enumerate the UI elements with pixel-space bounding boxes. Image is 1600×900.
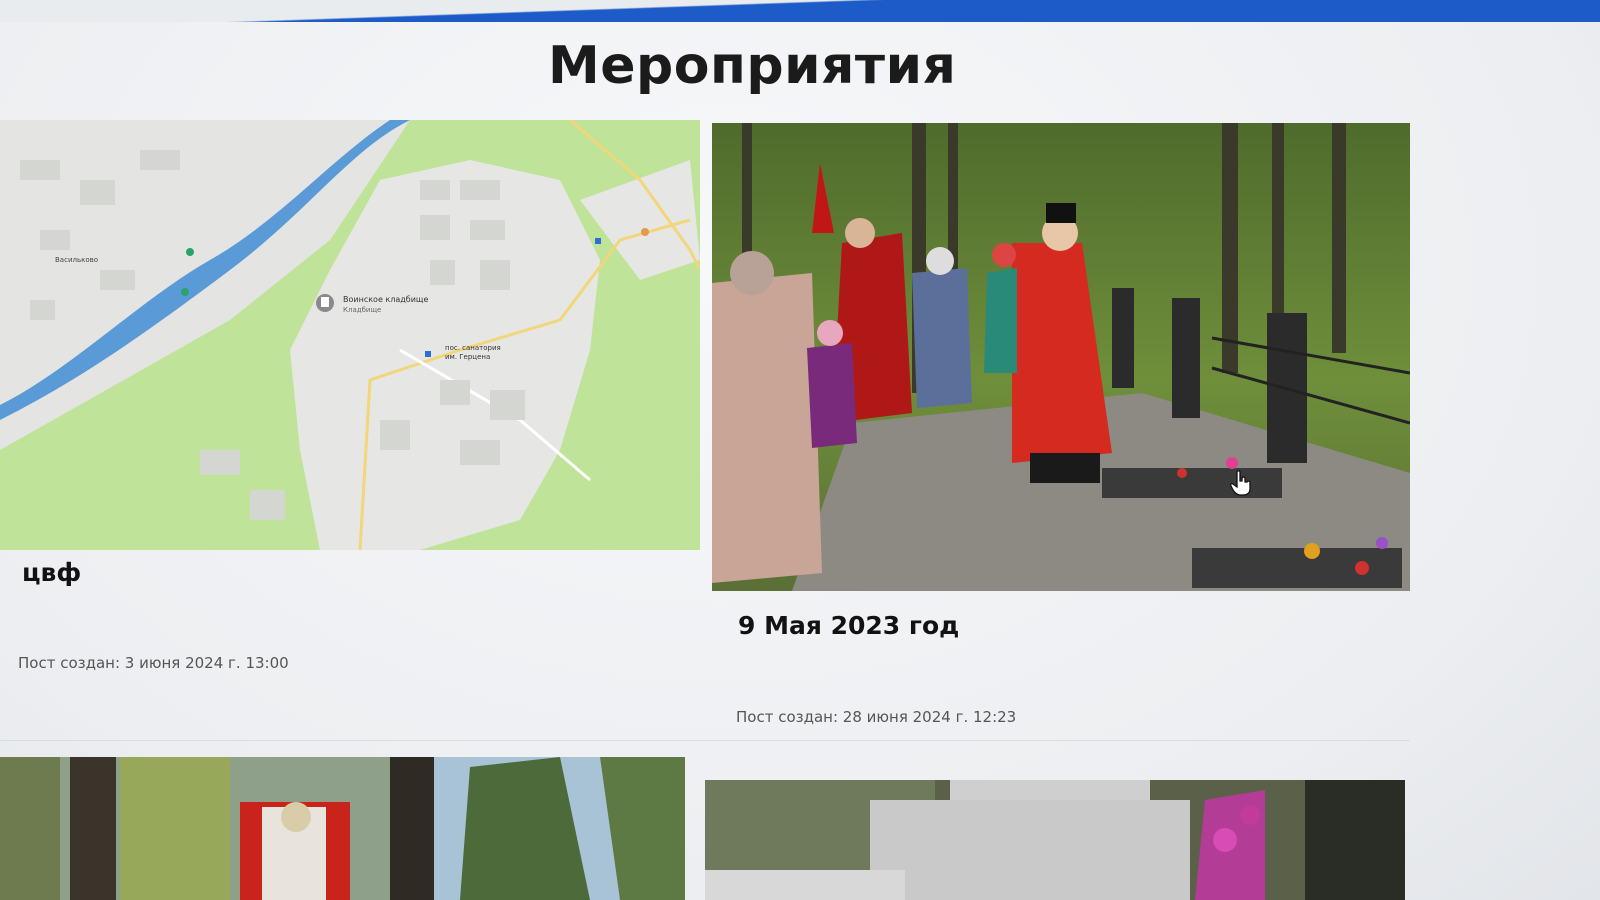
post-title[interactable]: 9 Мая 2023 год <box>738 611 959 640</box>
hand-cursor-icon <box>1230 470 1251 496</box>
svg-text:Кладбище: Кладбище <box>343 306 381 314</box>
svg-text:пос. санатория: пос. санатория <box>445 344 501 352</box>
post-image-map[interactable]: Воинское кладбище Кладбище пос. санатори… <box>0 120 700 550</box>
row-divider <box>0 740 1410 741</box>
post-created-date: Пост создан: 28 июня 2024 г. 12:23 <box>736 708 1017 726</box>
post-image-memorial-stone[interactable] <box>705 780 1405 900</box>
map-label-place: Воинское кладбище <box>343 295 428 304</box>
map-svg: Воинское кладбище Кладбище пос. санатори… <box>0 120 700 550</box>
post-created-date: Пост создан: 3 июня 2024 г. 13:00 <box>18 654 289 672</box>
post-image-forest-monument[interactable] <box>0 757 685 900</box>
svg-text:им. Герцена: им. Герцена <box>445 353 490 361</box>
post-title[interactable]: цвф <box>22 558 81 587</box>
svg-text:Васильково: Васильково <box>55 256 98 264</box>
post-image-ceremony[interactable] <box>712 123 1410 591</box>
browser-top-bar <box>0 0 1600 22</box>
ceremony-photo-svg <box>712 123 1410 591</box>
page-title: Мероприятия <box>548 36 957 96</box>
